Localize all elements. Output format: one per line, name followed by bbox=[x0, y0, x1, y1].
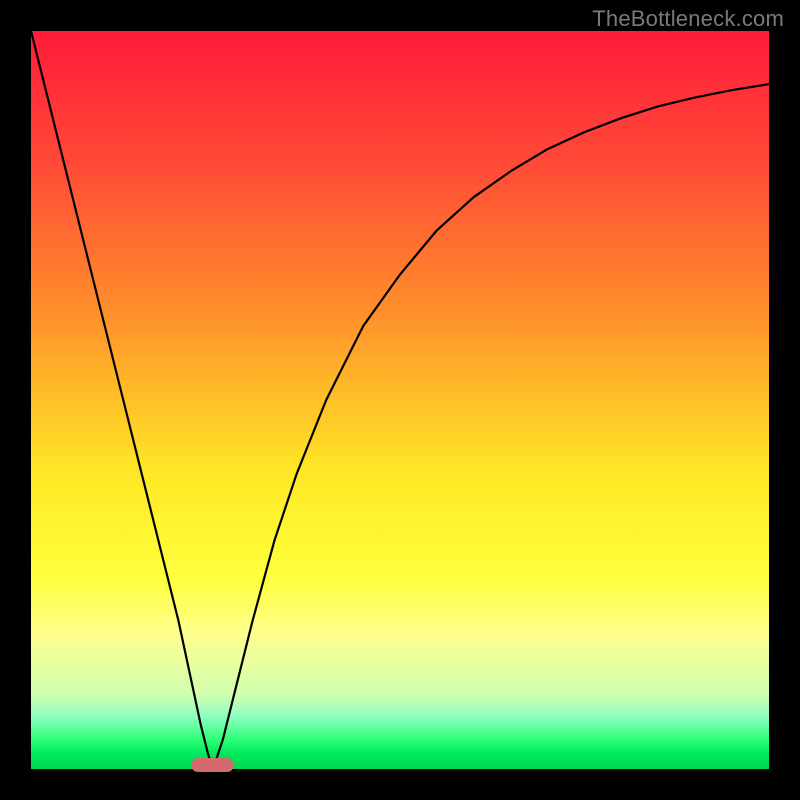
minimum-marker bbox=[191, 758, 234, 772]
chart-plot-area bbox=[31, 31, 769, 769]
watermark-text: TheBottleneck.com bbox=[592, 6, 784, 32]
bottleneck-curve bbox=[31, 31, 769, 769]
